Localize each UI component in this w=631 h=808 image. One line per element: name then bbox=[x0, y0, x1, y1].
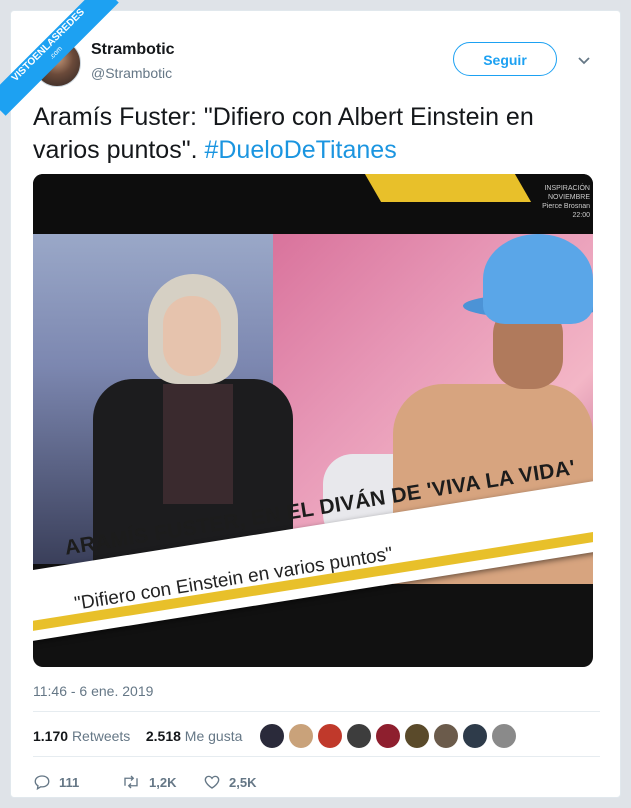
promo-line: 22:00 bbox=[572, 212, 590, 219]
avatar[interactable] bbox=[346, 723, 372, 749]
retweets-label[interactable]: Retweets bbox=[72, 728, 130, 744]
tweet-card: VISTOENLASREDES .com Strambotic @Strambo… bbox=[0, 0, 621, 798]
retweets-count[interactable]: 1.170 bbox=[33, 728, 68, 744]
like-count: 2,5K bbox=[229, 774, 257, 790]
avatar[interactable] bbox=[433, 723, 459, 749]
promo-line: NOVIEMBRE bbox=[547, 194, 590, 201]
reply-button[interactable]: 111 bbox=[33, 773, 79, 791]
chevron-down-icon[interactable] bbox=[577, 53, 591, 69]
reply-count: 111 bbox=[59, 774, 80, 790]
promo-line: INSPIRACIÓN bbox=[544, 185, 590, 192]
likes-count[interactable]: 2.518 bbox=[146, 728, 181, 744]
reply-icon bbox=[34, 775, 50, 791]
avatar[interactable] bbox=[462, 723, 488, 749]
avatar[interactable] bbox=[288, 723, 314, 749]
heart-icon bbox=[204, 775, 220, 789]
avatar[interactable] bbox=[491, 723, 517, 749]
like-button[interactable]: 2,5K bbox=[203, 773, 256, 791]
likes-label[interactable]: Me gusta bbox=[185, 728, 243, 744]
tweet-timestamp[interactable]: 11:46 - 6 ene. 2019 bbox=[33, 683, 153, 699]
divider bbox=[33, 711, 600, 712]
user-handle[interactable]: @Strambotic bbox=[91, 65, 172, 81]
retweet-icon bbox=[124, 775, 138, 789]
avatar[interactable] bbox=[375, 723, 401, 749]
tweet-photo[interactable]: INSPIRACIÓN NOVIEMBRE Pierce Brosnan 22:… bbox=[33, 174, 593, 667]
promo-line: Pierce Brosnan bbox=[542, 203, 590, 210]
guest-hat bbox=[483, 234, 593, 324]
follow-button[interactable]: Seguir bbox=[453, 42, 557, 76]
user-name[interactable]: Strambotic bbox=[91, 41, 175, 59]
retweet-button[interactable]: 1,2K bbox=[121, 773, 176, 791]
presenter-shirt bbox=[163, 384, 233, 504]
photo-yellow-strip bbox=[364, 174, 532, 202]
retweet-count: 1,2K bbox=[149, 774, 177, 790]
divider bbox=[33, 756, 600, 757]
hashtag-link[interactable]: #DueloDeTitanes bbox=[204, 136, 396, 164]
engagement-stats: 1.170 Retweets 2.518 Me gusta bbox=[33, 728, 242, 744]
avatar[interactable] bbox=[317, 723, 343, 749]
tweet-text: Aramís Fuster: "Difiero con Albert Einst… bbox=[33, 101, 603, 167]
tv-promo: INSPIRACIÓN NOVIEMBRE Pierce Brosnan 22:… bbox=[538, 184, 590, 220]
avatar[interactable] bbox=[259, 723, 285, 749]
avatar[interactable] bbox=[404, 723, 430, 749]
presenter-face bbox=[163, 296, 221, 376]
